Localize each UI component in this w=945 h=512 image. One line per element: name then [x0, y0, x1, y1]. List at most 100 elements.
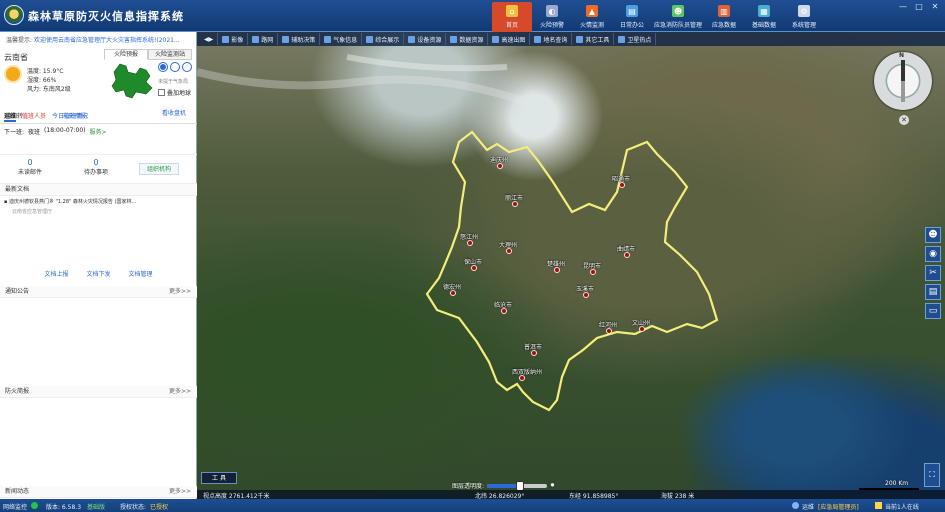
nav-item-label: 火情监测	[579, 22, 604, 29]
shift-staff-link[interactable]: 服务>	[89, 127, 106, 136]
maximize-button[interactable]: □	[913, 2, 925, 11]
overlay-checkbox-row[interactable]: 叠加地球	[158, 88, 191, 97]
close-button[interactable]: ✕	[929, 2, 941, 11]
city-label: 楚雄州	[547, 261, 566, 268]
doc-upload-button[interactable]: 文档上报	[40, 269, 72, 278]
map-tool-icon	[222, 35, 230, 43]
doc-manage-button[interactable]: 文档管理	[125, 269, 157, 278]
layer-opacity-control: 图层透明度: ✹	[452, 480, 555, 491]
measure-icon[interactable]: ✂	[925, 265, 941, 281]
nav-item-5[interactable]: ▥ 应急数据	[704, 2, 744, 32]
doc-source: 云南省应急管理厅	[12, 209, 53, 215]
duty-today-link[interactable]: 今日值班情况	[52, 111, 88, 122]
map-tool-9[interactable]: 其它工具	[572, 33, 615, 45]
city-label: 临沧市	[494, 302, 513, 309]
city-label: 西双版纳州	[512, 369, 543, 376]
map-toggle-group	[158, 62, 194, 72]
app-logo	[4, 5, 24, 25]
warning-icon: ◐	[546, 5, 558, 17]
gear-icon: ⚙	[798, 5, 810, 17]
robot-icon[interactable]: ☻	[925, 227, 941, 243]
tab-fire-forecast[interactable]: 火险预报	[104, 49, 148, 60]
location-icon[interactable]: ◉	[925, 246, 941, 262]
city-label: 昆明市	[583, 263, 602, 270]
layers-icon[interactable]: ▤	[925, 284, 941, 300]
todo-count: 0	[93, 158, 99, 167]
longitude: 东经 91.858985°	[569, 493, 619, 499]
folder-icon[interactable]: ▭	[925, 303, 941, 319]
shift-night: 夜班	[28, 129, 41, 136]
nav-item-7[interactable]: ⚙ 系统管理	[784, 2, 824, 32]
city-label: 曲靖市	[617, 246, 636, 253]
home-icon	[875, 502, 882, 509]
nav-item-3[interactable]: ▤ 日常办公	[612, 2, 652, 32]
todo-label: 待办事项	[83, 169, 108, 176]
org-button[interactable]: 组织机构	[139, 163, 179, 175]
city-label: 怒江州	[460, 234, 479, 241]
map-tools-button[interactable]: 工 具	[201, 472, 237, 484]
nav-item-2[interactable]: ▲ 火情监测	[572, 2, 612, 32]
map-tool-10[interactable]: 卫星热点	[614, 33, 657, 45]
tab-fire-station[interactable]: 火险监测站	[148, 49, 192, 60]
news-title: 新闻动态	[5, 488, 30, 495]
map-tool-3[interactable]: 气象信息	[320, 33, 363, 45]
notice-more-link[interactable]: 更多>>	[169, 286, 191, 298]
edition: 基础版	[87, 504, 106, 511]
map-tool-0[interactable]: 影像	[218, 33, 249, 45]
collapse-arrows-icon[interactable]: ◀▶	[200, 33, 219, 45]
opacity-thumb[interactable]	[516, 480, 525, 491]
nav-item-label: 基础数据	[751, 22, 776, 29]
map-tool-4[interactable]: 综合展示	[362, 33, 405, 45]
opacity-slider[interactable]	[487, 480, 548, 491]
news-more-link[interactable]: 更多>>	[169, 486, 191, 498]
nav-item-0[interactable]: ⌂ 首页	[492, 2, 532, 32]
map-radio-3[interactable]	[182, 62, 192, 72]
doc-download-button[interactable]: 文档下发	[82, 269, 114, 278]
nav-item-label: 系统管理	[791, 22, 816, 29]
unread-mail-stat[interactable]: 0 未读邮件	[0, 158, 60, 176]
notice-text[interactable]: 欢迎使用云南省应急管理厅大火灾害指挥系统!(2021...	[34, 37, 180, 44]
auth-label: 授权状态:	[120, 504, 147, 511]
coordinate-bar: 视点高度 2761.412千米 北纬 26.826029° 东经 91.8589…	[197, 490, 945, 499]
todo-stat[interactable]: 0 待办事项	[66, 158, 126, 176]
fire-brief-more-link[interactable]: 更多>>	[169, 386, 191, 398]
reset-view-icon[interactable]: ✕	[899, 115, 909, 125]
map-tool-1[interactable]: 路网	[248, 33, 279, 45]
left-panel: 温馨提示: 欢迎使用云南省应急管理厅大火灾害指挥系统!(2021... 云南省 …	[0, 32, 197, 499]
database-icon: ▦	[758, 5, 770, 17]
map-tool-label: 设备资源	[417, 36, 442, 44]
map-tool-label: 气象信息	[333, 36, 358, 44]
map-tool-label: 高速出图	[501, 36, 526, 44]
auth-value: 已授权	[150, 504, 169, 511]
data-icon: ▥	[718, 5, 730, 17]
opacity-settings-icon[interactable]: ✹	[550, 482, 555, 489]
nav-item-label: 日常办公	[619, 22, 644, 29]
fire-tabs: 火险预报 火险监测站	[104, 49, 192, 60]
fullscreen-button[interactable]: ⛶	[924, 463, 940, 487]
compass-control[interactable]: N	[874, 52, 932, 110]
minimize-button[interactable]: —	[897, 2, 909, 11]
map-tool-6[interactable]: 数据资源	[446, 33, 489, 45]
map-tool-label: 影像	[231, 36, 244, 44]
city-label: 迪庆州	[490, 157, 509, 164]
nav-item-4[interactable]: ☻ 应急消防队员管理	[652, 2, 704, 32]
map-view[interactable]: ◀▶ 影像 路网 辅助决策 气象信息 综合展示 设备资源 数据资源 高速出图 地名查询 其它工具 卫星…	[197, 32, 945, 499]
map-tool-7[interactable]: 高速出图	[488, 33, 531, 45]
nav-item-label: 应急数据	[711, 22, 736, 29]
duty-staff-link[interactable]: 值班人员	[22, 111, 46, 122]
duty-header: 运维 值班人员 今日值班情况	[4, 111, 88, 122]
map-tool-2[interactable]: 辅助决策	[278, 33, 321, 45]
duty-label[interactable]: 运维	[4, 111, 17, 122]
nav-item-1[interactable]: ◐ 火险预警	[532, 2, 572, 32]
nav-item-6[interactable]: ▦ 基础数据	[744, 2, 784, 32]
latitude: 北纬 26.826029°	[475, 493, 525, 499]
map-tool-icon	[576, 35, 584, 43]
map-tool-5[interactable]: 设备资源	[404, 33, 447, 45]
view-height: 视点高度 2761.412千米	[203, 493, 270, 499]
map-radio-1[interactable]	[158, 62, 168, 72]
doc-item[interactable]: ▪ 迪庆州德钦县燕门乡 "1.28" 森林火灾情况报告 (国家林...	[4, 198, 194, 205]
map-radio-2[interactable]	[170, 62, 180, 72]
map-tool-8[interactable]: 地名查询	[530, 33, 573, 45]
current-user[interactable]: 运维	[802, 502, 814, 511]
overlay-checkbox[interactable]	[158, 89, 165, 96]
